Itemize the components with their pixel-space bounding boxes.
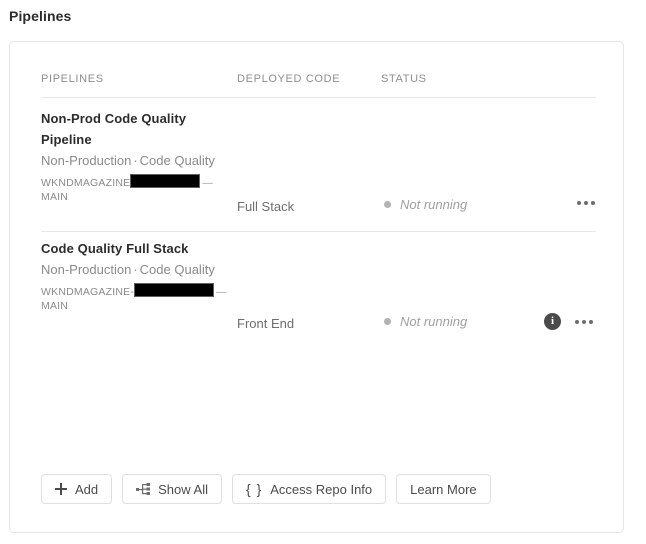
repo-name-prefix: WKNDMAGAZINE: [41, 177, 131, 189]
add-button[interactable]: Add: [41, 474, 113, 504]
repo-dash: —: [216, 286, 227, 298]
table-row[interactable]: Non-Prod Code Quality Pipeline Non-Produ…: [10, 108, 623, 231]
pipeline-name: Code Quality Full Stack: [41, 241, 189, 256]
header-divider: [41, 97, 596, 98]
status-cell: Not running: [384, 314, 467, 329]
column-header-status: STATUS: [381, 73, 427, 85]
more-actions-icon[interactable]: [574, 316, 594, 328]
pipelines-card: PIPELINES DEPLOYED CODE STATUS Non-Prod …: [9, 41, 624, 533]
status-text: Not running: [400, 314, 468, 329]
pipelines-screen: Pipelines PIPELINES DEPLOYED CODE STATUS…: [0, 0, 646, 544]
status-text: Not running: [400, 197, 468, 212]
learn-more-button[interactable]: Learn More: [396, 474, 491, 504]
pipeline-name: Non-Prod Code Quality Pipeline: [41, 111, 187, 147]
page-title: Pipelines: [9, 8, 72, 24]
row-actions: i: [544, 313, 594, 330]
row-divider: [41, 231, 596, 232]
table-row[interactable]: Code Quality Full Stack Non-Production · C…: [10, 238, 623, 358]
redaction-box: [134, 283, 215, 297]
card-footer-actions: Add Show All {} Access Repo Info Learn …: [41, 474, 491, 504]
add-button-label: Add: [75, 481, 99, 497]
pipeline-kind: Code Quality: [139, 153, 215, 168]
meta-separator: ·: [133, 153, 138, 168]
pipeline-meta: Non-Production · Code Quality: [41, 259, 226, 280]
curly-braces-icon: { }: [246, 481, 263, 497]
plus-icon: [55, 483, 67, 495]
column-header-pipelines: PIPELINES: [41, 73, 104, 85]
info-icon[interactable]: i: [544, 313, 561, 330]
show-all-button[interactable]: Show All: [122, 474, 223, 504]
learn-more-button-label: Learn More: [410, 481, 477, 497]
pipeline-meta: Non-Production · Code Quality: [41, 150, 226, 171]
deployed-code-value: Front End: [237, 316, 295, 331]
status-dot-icon: [384, 318, 391, 325]
deployed-code-value: Full Stack: [237, 199, 295, 214]
repo-dash: —: [202, 177, 214, 189]
meta-separator: ·: [133, 262, 138, 277]
status-dot-icon: [384, 201, 391, 208]
tree-hierarchy-icon: [136, 483, 151, 495]
branch-name: MAIN: [41, 300, 69, 312]
repo-name-prefix: WKNDMAGAZINE-: [41, 286, 135, 298]
access-repo-info-button-label: Access Repo Info: [270, 481, 373, 497]
status-cell: Not running: [384, 197, 467, 212]
pipeline-repo-branch: WKNDMAGAZINE- — MAIN: [41, 283, 227, 313]
branch-name: MAIN: [41, 191, 69, 203]
table-header: PIPELINES DEPLOYED CODE STATUS: [10, 73, 623, 95]
more-actions-icon[interactable]: [576, 197, 596, 209]
pipeline-info-cell: Non-Prod Code Quality Pipeline Non-Produ…: [41, 108, 226, 204]
pipeline-environment: Non-Production: [41, 262, 132, 277]
redaction-box: [130, 174, 201, 188]
pipeline-kind: Code Quality: [139, 262, 215, 277]
pipeline-info-cell: Code Quality Full Stack Non-Production · C…: [41, 238, 227, 313]
pipeline-repo-branch: WKNDMAGAZINE — MAIN: [41, 174, 226, 204]
show-all-button-label: Show All: [158, 481, 209, 497]
access-repo-info-button[interactable]: { } Access Repo Info: [232, 474, 387, 504]
row-actions: [576, 197, 596, 209]
column-header-deployed-code: DEPLOYED CODE: [237, 73, 341, 85]
pipeline-environment: Non-Production: [41, 153, 132, 168]
